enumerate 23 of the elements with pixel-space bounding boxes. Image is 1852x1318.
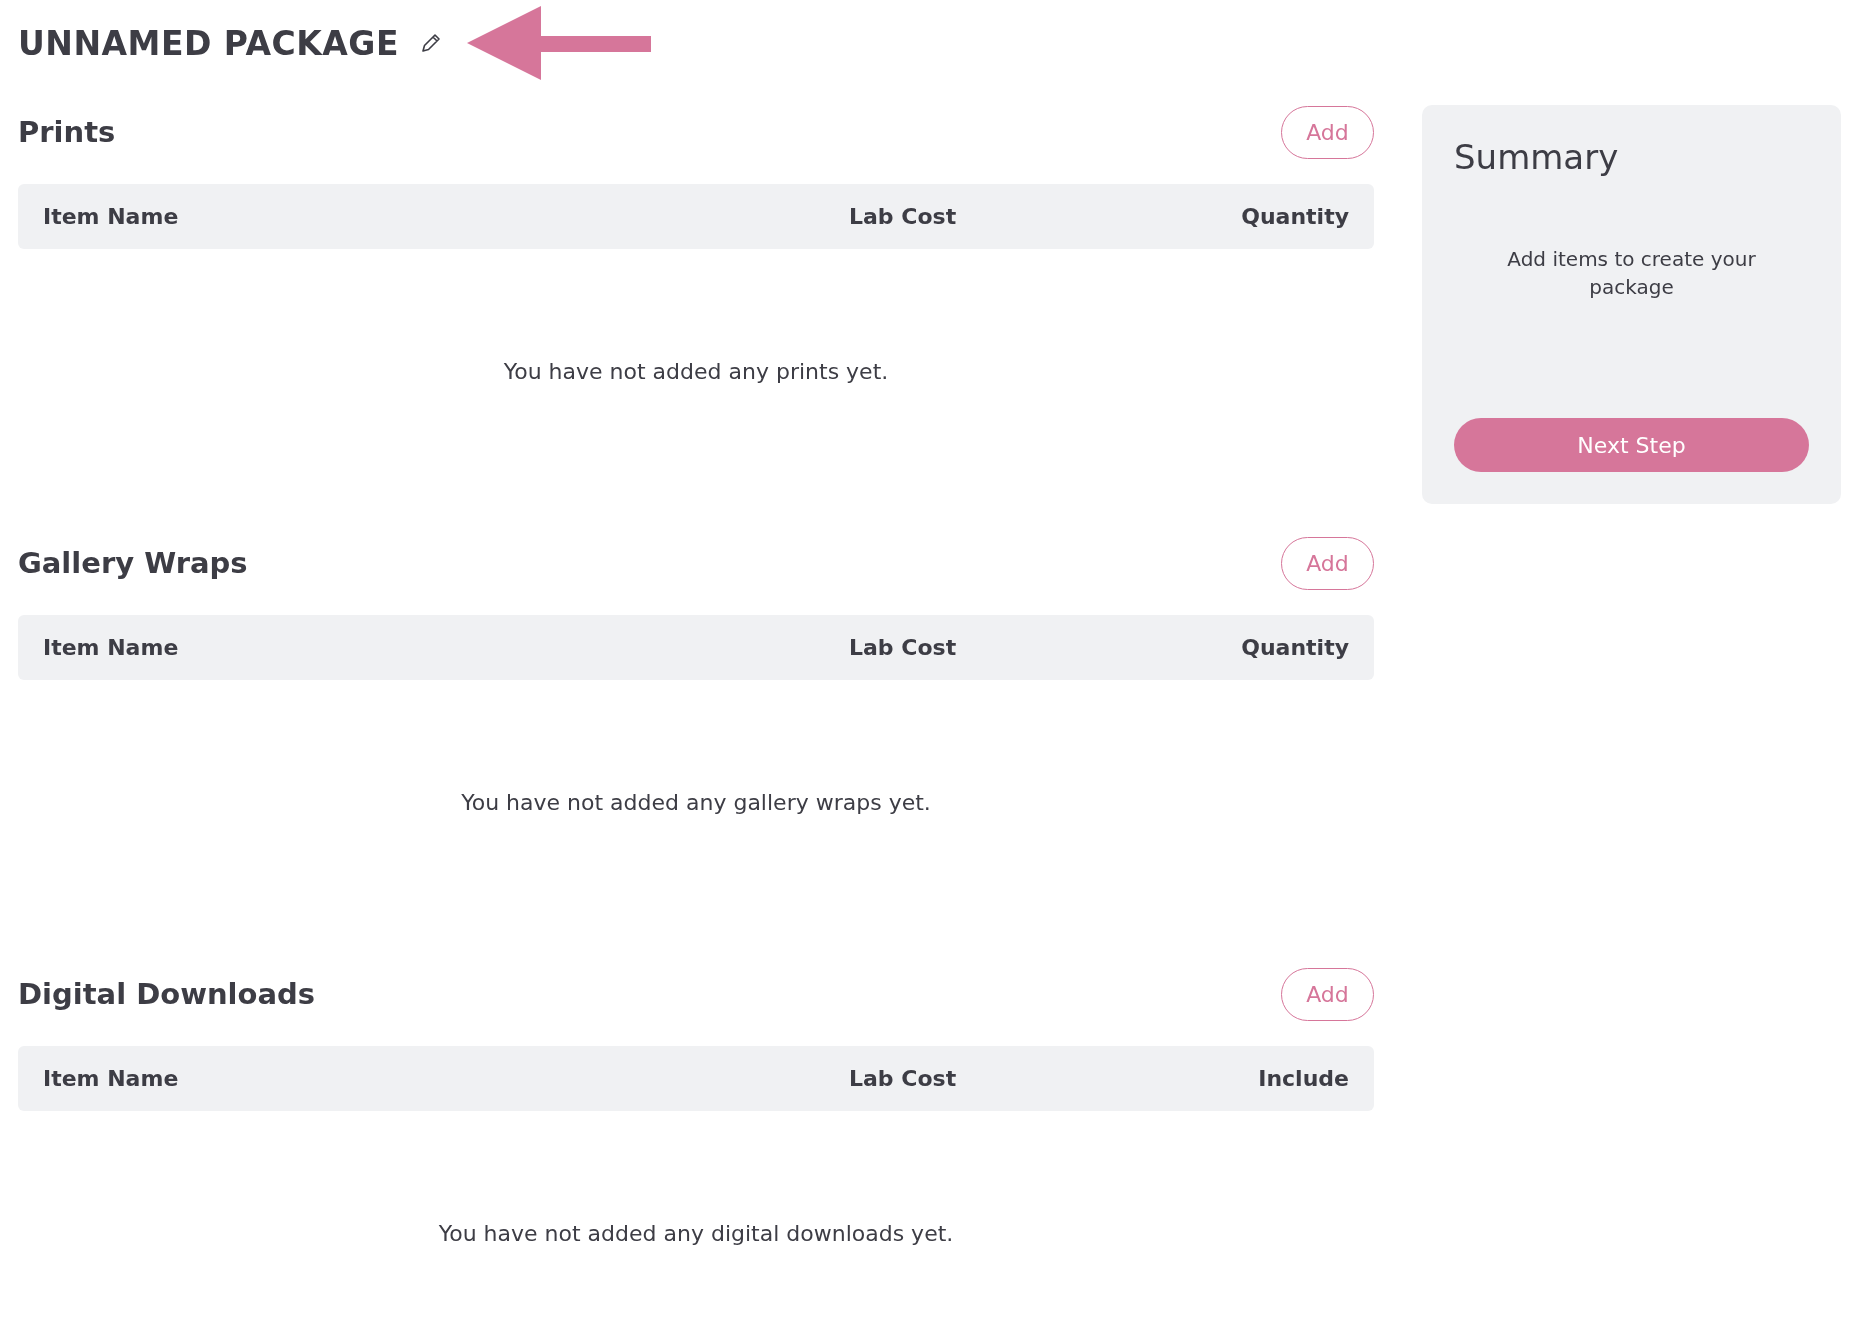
- column-header: Item Name: [43, 635, 180, 660]
- add-button[interactable]: Add: [1281, 536, 1374, 590]
- add-button[interactable]: Add: [1281, 105, 1374, 159]
- column-header: Quantity: [1240, 204, 1349, 229]
- column-header: Lab Cost: [849, 1066, 958, 1091]
- add-button[interactable]: Add: [1281, 967, 1374, 1021]
- empty-message: You have not added any prints yet.: [503, 359, 889, 386]
- empty-message: You have not added any digital downloads yet.: [438, 1221, 954, 1248]
- section-heading: Gallery Wraps: [18, 546, 248, 580]
- summary-message: Add items to create your package: [1506, 246, 1757, 301]
- column-header: Lab Cost: [849, 204, 958, 229]
- package-title: UNNAMED PACKAGE: [18, 23, 399, 63]
- column-header: Quantity: [1240, 635, 1349, 660]
- empty-message: You have not added any gallery wraps yet.: [461, 790, 931, 817]
- next-step-button[interactable]: Next Step: [1454, 418, 1809, 472]
- column-header: Item Name: [43, 1066, 180, 1091]
- summary-title: Summary: [1454, 137, 1620, 177]
- column-header: Item Name: [43, 204, 180, 229]
- section-heading: Prints: [18, 115, 116, 149]
- section-heading: Digital Downloads: [18, 977, 316, 1011]
- column-header: Lab Cost: [849, 635, 958, 660]
- column-header: Include: [1257, 1066, 1349, 1091]
- edit-icon[interactable]: [419, 31, 443, 55]
